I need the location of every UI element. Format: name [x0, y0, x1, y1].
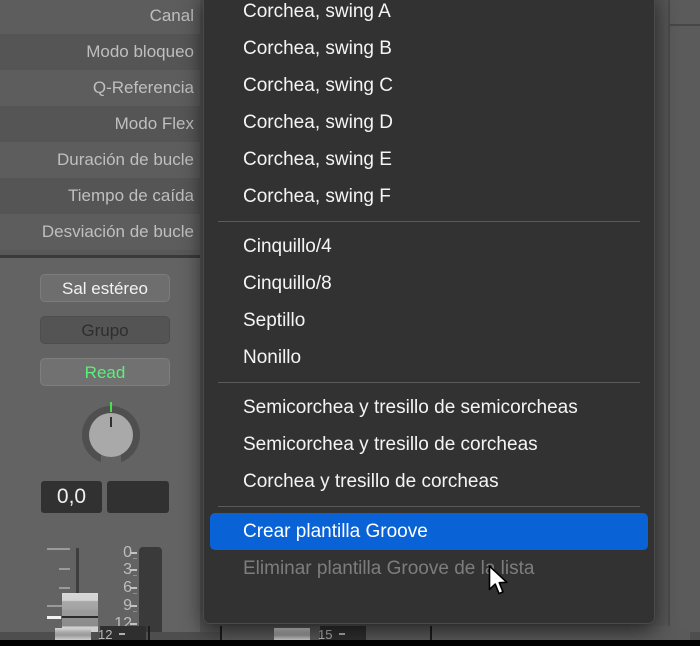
menu-item-corchea-swing-a[interactable]: Corchea, swing A: [204, 0, 654, 30]
meter-tick: [133, 593, 137, 594]
group-button[interactable]: Grupo: [40, 316, 170, 344]
mini-fader-handle[interactable]: [55, 628, 91, 640]
meter-tick: [130, 605, 137, 607]
menu-separator: [218, 506, 640, 507]
menu-item-cinquillo-4[interactable]: Cinquillo/4: [204, 228, 654, 265]
menu-item-crear-plantilla-groove[interactable]: Crear plantilla Groove: [210, 513, 648, 550]
right-column-strip: [670, 0, 700, 646]
meter-tick: [133, 575, 137, 576]
app-window: Canal Modo bloqueo Q-Referencia Modo Fle…: [0, 0, 700, 646]
menu-item-label: Cinquillo/8: [243, 273, 332, 294]
meter-tick: [133, 611, 137, 612]
pan-knob[interactable]: [82, 402, 140, 466]
meter-tick: [133, 558, 137, 559]
menu-item-label: Corchea y tresillo de corcheas: [243, 471, 499, 492]
parameter-label: Canal: [149, 6, 194, 25]
menu-item-corchea-swing-b[interactable]: Corchea, swing B: [204, 30, 654, 67]
meter-tick: [130, 623, 137, 625]
mini-fader-handle[interactable]: [274, 628, 310, 640]
meter-label: 6: [123, 579, 132, 596]
knob-pointer-icon: [110, 417, 112, 427]
menu-section-swing: Corchea, swing A Corchea, swing B Corche…: [204, 0, 654, 215]
menu-item-label: Cinquillo/4: [243, 236, 332, 257]
bottom-divider: [430, 626, 432, 640]
parameter-row-modo-bloqueo[interactable]: Modo bloqueo: [0, 34, 200, 70]
menu-item-septillo[interactable]: Septillo: [204, 302, 654, 339]
parameter-row-modo-flex[interactable]: Modo Flex: [0, 106, 200, 142]
menu-item-label: Crear plantilla Groove: [243, 521, 428, 542]
pan-value-field[interactable]: [107, 481, 169, 513]
parameter-list: Canal Modo bloqueo Q-Referencia Modo Fle…: [0, 0, 200, 250]
menu-section-mixed: Semicorchea y tresillo de semicorcheas S…: [204, 389, 654, 500]
group-button-label: Grupo: [81, 321, 129, 340]
menu-item-corchea-swing-d[interactable]: Corchea, swing D: [204, 104, 654, 141]
menu-item-label: Corchea, swing B: [243, 38, 392, 59]
parameter-label: Modo Flex: [114, 114, 194, 133]
menu-separator: [218, 221, 640, 222]
menu-item-label: Corchea, swing D: [243, 112, 393, 133]
menu-item-label: Septillo: [243, 310, 306, 331]
menu-separator: [218, 382, 640, 383]
menu-item-semicorchea-tresillo-corcheas[interactable]: Semicorchea y tresillo de corcheas: [204, 426, 654, 463]
menu-item-label: Semicorchea y tresillo de corcheas: [243, 434, 538, 455]
menu-item-label: Corchea, swing A: [243, 1, 391, 22]
window-bottom-edge: [0, 640, 700, 646]
menu-section-tuplets: Cinquillo/4 Cinquillo/8 Septillo Nonillo: [204, 228, 654, 376]
menu-item-label: Eliminar plantilla Groove de la lista: [243, 558, 535, 579]
menu-item-corchea-swing-e[interactable]: Corchea, swing E: [204, 141, 654, 178]
parameter-label: Desviación de bucle: [41, 222, 194, 241]
vertical-divider: [668, 0, 670, 646]
parameter-row-q-referencia[interactable]: Q-Referencia: [0, 70, 200, 106]
output-button-label: Sal estéreo: [62, 279, 148, 298]
meter-label: 9: [123, 597, 132, 614]
parameter-label: Modo bloqueo: [86, 42, 194, 61]
menu-item-corchea-swing-f[interactable]: Corchea, swing F: [204, 178, 654, 215]
volume-value-field[interactable]: 0,0: [41, 481, 102, 513]
menu-item-label: Corchea, swing F: [243, 186, 391, 207]
menu-item-label: Corchea, swing C: [243, 75, 393, 96]
meter-tick: [130, 552, 137, 554]
meter-tick: [130, 587, 137, 589]
automation-mode-label: Read: [84, 363, 126, 382]
output-button[interactable]: Sal estéreo: [40, 274, 170, 302]
menu-section-actions: Crear plantilla Groove Eliminar plantill…: [204, 513, 654, 587]
volume-value: 0,0: [56, 485, 87, 508]
fader-position-indicator: [47, 616, 61, 619]
menu-item-cinquillo-8[interactable]: Cinquillo/8: [204, 265, 654, 302]
horizontal-divider: [670, 24, 700, 26]
menu-item-nonillo[interactable]: Nonillo: [204, 339, 654, 376]
menu-item-label: Semicorchea y tresillo de semicorcheas: [243, 397, 578, 418]
parameter-row-canal[interactable]: Canal: [0, 0, 200, 34]
bottom-section: [432, 626, 690, 640]
mini-meter-tick: [119, 633, 125, 635]
parameter-label: Q-Referencia: [92, 78, 194, 97]
meter-label: 3: [123, 561, 132, 578]
fader-tick: [47, 548, 70, 550]
parameter-row-desviacion-bucle[interactable]: Desviación de bucle: [0, 214, 200, 250]
bottom-divider: [220, 626, 222, 640]
mini-meter-tick: [339, 633, 345, 635]
parameter-row-tiempo-caida[interactable]: Tiempo de caída: [0, 178, 200, 214]
menu-item-label: Corchea, swing E: [243, 149, 392, 170]
menu-item-corchea-swing-c[interactable]: Corchea, swing C: [204, 67, 654, 104]
fader-handle-line: [62, 616, 98, 618]
parameter-label: Duración de bucle: [56, 150, 194, 169]
groove-template-menu[interactable]: Corchea, swing A Corchea, swing B Corche…: [203, 0, 655, 624]
menu-item-eliminar-plantilla-groove: Eliminar plantilla Groove de la lista: [204, 550, 654, 587]
menu-item-corchea-tresillo-corcheas[interactable]: Corchea y tresillo de corcheas: [204, 463, 654, 500]
automation-mode-button[interactable]: Read: [40, 358, 170, 386]
parameter-row-duracion-bucle[interactable]: Duración de bucle: [0, 142, 200, 178]
fader-tick: [59, 587, 70, 589]
bottom-divider: [148, 626, 150, 640]
menu-item-label: Nonillo: [243, 347, 302, 368]
knob-led-indicator: [110, 402, 112, 412]
menu-item-semicorchea-tresillo-semicorcheas[interactable]: Semicorchea y tresillo de semicorcheas: [204, 389, 654, 426]
fader-tick: [59, 568, 70, 570]
meter-label: 0: [123, 544, 132, 561]
meter-tick: [130, 569, 137, 571]
parameter-label: Tiempo de caída: [68, 186, 194, 205]
